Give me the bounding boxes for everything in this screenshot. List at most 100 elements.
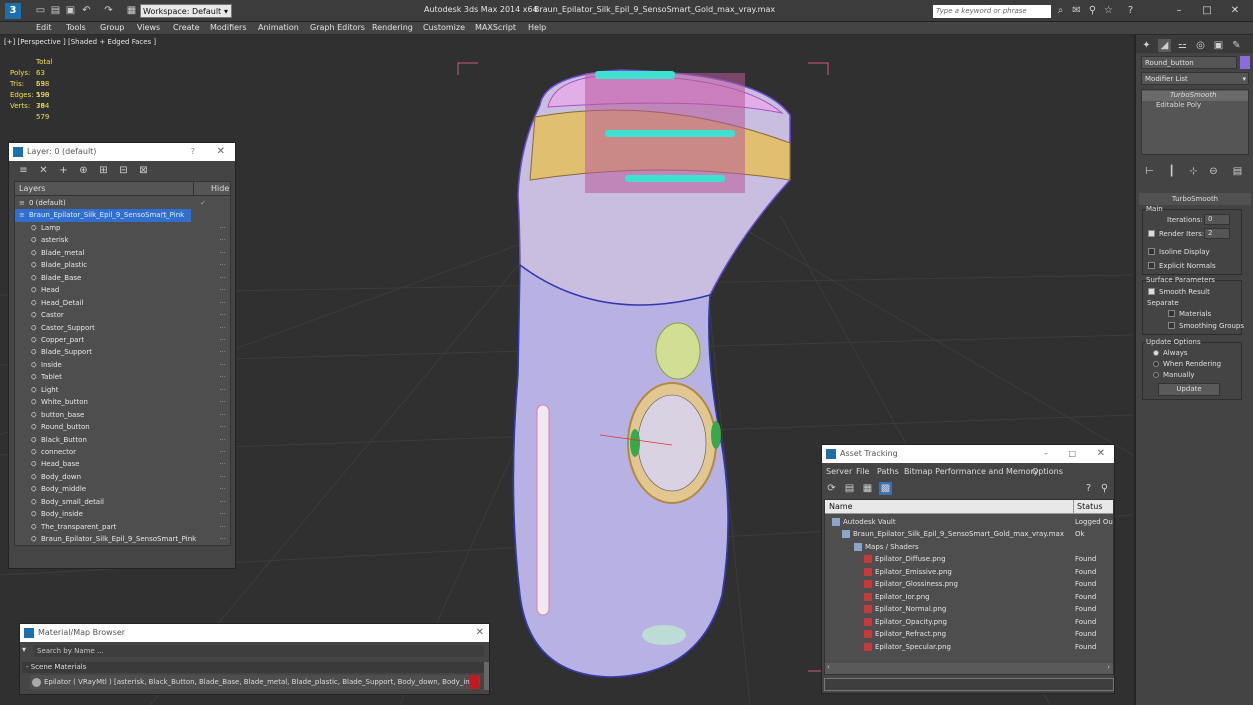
asset-row[interactable]: Autodesk Vault Logged Ou: [825, 516, 1113, 528]
close-icon[interactable]: ✕: [1097, 445, 1105, 463]
asset-menu-paths[interactable]: Paths: [877, 467, 899, 476]
asset-row[interactable]: Epilator_Glossiness.png Found: [825, 578, 1113, 590]
hide-all-icon[interactable]: ⊟: [117, 164, 130, 177]
layer-row-object[interactable]: ⛭ Castor_Support ···: [15, 322, 230, 334]
asset-row[interactable]: Epilator_Refract.png Found: [825, 628, 1113, 640]
show-end-result-icon[interactable]: ┃: [1165, 165, 1178, 178]
workspace-dropdown[interactable]: Workspace: Default ▾: [140, 4, 232, 18]
layer-row-object[interactable]: ⛭ Body_middle ···: [15, 483, 230, 495]
hide-toggle[interactable]: ···: [219, 234, 226, 246]
viewport-label[interactable]: [+] [Perspective ] [Shaded + Edged Faces…: [4, 38, 156, 46]
communication-center-icon[interactable]: ✉: [1070, 4, 1083, 17]
menu-views[interactable]: Views: [137, 23, 160, 32]
help-icon[interactable]: ?: [1124, 4, 1137, 17]
asset-row[interactable]: Epilator_Ior.png Found: [825, 591, 1113, 603]
menu-group[interactable]: Group: [100, 23, 124, 32]
hide-toggle[interactable]: ···: [219, 483, 226, 495]
layer-row-object[interactable]: ⛭ Blade_plastic ···: [15, 259, 230, 271]
utilities-tab-icon[interactable]: ✎: [1230, 39, 1243, 52]
hierarchy-tab-icon[interactable]: ⚍: [1176, 39, 1189, 52]
update-button[interactable]: Update: [1158, 383, 1220, 396]
stack-item-turbosmooth[interactable]: TurboSmooth: [1142, 91, 1248, 101]
round-button[interactable]: [655, 322, 701, 380]
asset-row[interactable]: Epilator_Specular.png Found: [825, 641, 1113, 653]
help-icon[interactable]: ?: [1082, 482, 1095, 495]
menu-tools[interactable]: Tools: [66, 23, 86, 32]
hide-toggle[interactable]: ···: [219, 322, 226, 334]
maximize-icon[interactable]: □: [1196, 3, 1218, 18]
new-file-icon[interactable]: ▭: [34, 4, 47, 17]
display-tab-icon[interactable]: ▣: [1212, 39, 1225, 52]
thumbnail-view-icon[interactable]: ▦: [861, 482, 874, 495]
layer-row-object[interactable]: ⛭ Body_small_detail ···: [15, 496, 230, 508]
highlight-layer-icon[interactable]: ⊞: [97, 164, 110, 177]
hide-toggle[interactable]: ···: [219, 272, 226, 284]
configure-sets-icon[interactable]: ▤: [1231, 165, 1244, 178]
close-icon[interactable]: ✕: [476, 624, 484, 642]
material-browser-scrollbar[interactable]: [484, 662, 489, 690]
material-item-epilator[interactable]: Epilator ( VRayMtl ) [asterisk, Black_Bu…: [30, 675, 480, 689]
layer-row-object[interactable]: ⛭ Lamp ···: [15, 222, 230, 234]
motion-tab-icon[interactable]: ◎: [1194, 39, 1207, 52]
asset-row[interactable]: Epilator_Opacity.png Found: [825, 616, 1113, 628]
active-layer-check-icon[interactable]: ✓: [200, 197, 206, 209]
pin-icon[interactable]: ⚲: [1098, 482, 1111, 495]
layer-row-default[interactable]: ≡ 0 (default) ✓: [15, 197, 230, 209]
layer-row-object[interactable]: ⛭ Body_inside ···: [15, 508, 230, 520]
hide-toggle[interactable]: ···: [219, 297, 226, 309]
hide-toggle[interactable]: ···: [219, 346, 226, 358]
delete-layer-icon[interactable]: ✕: [37, 164, 50, 177]
hide-toggle[interactable]: ···: [219, 309, 226, 321]
hide-toggle[interactable]: ···: [219, 471, 226, 483]
menu-help[interactable]: Help: [528, 23, 546, 32]
epilator-model[interactable]: [512, 69, 791, 678]
scene-materials-header[interactable]: - Scene Materials: [22, 662, 484, 673]
menu-modifiers[interactable]: Modifiers: [210, 23, 247, 32]
hide-toggle[interactable]: ···: [219, 359, 226, 371]
asset-menu-server[interactable]: Server: [826, 467, 852, 476]
menu-animation[interactable]: Animation: [258, 23, 299, 32]
column-status[interactable]: Status: [1077, 502, 1103, 511]
layer-row-object[interactable]: ⛭ asterisk ···: [15, 234, 230, 246]
hide-toggle[interactable]: ···: [219, 409, 226, 421]
maximize-icon[interactable]: □: [1068, 445, 1076, 463]
material-browser-title-bar[interactable]: Material/Map Browser ✕: [20, 624, 489, 642]
redo-icon[interactable]: ↷: [102, 4, 115, 17]
remove-modifier-icon[interactable]: ⊖: [1207, 165, 1220, 178]
hide-toggle[interactable]: ▢: [160, 209, 167, 221]
pin-stack-icon[interactable]: ⊢: [1143, 165, 1156, 178]
turbosmooth-rollout-header[interactable]: TurboSmooth: [1139, 193, 1251, 205]
hide-toggle[interactable]: ···: [219, 334, 226, 346]
layer-row-object[interactable]: ⛭ Head_Detail ···: [15, 297, 230, 309]
explicit-normals-checkbox[interactable]: [1148, 262, 1155, 269]
render-iters-spinner[interactable]: 2: [1204, 228, 1230, 239]
layer-row-object[interactable]: ⛭ The_transparent_part ···: [15, 521, 230, 533]
help-icon[interactable]: ?: [191, 143, 195, 161]
menu-maxscript[interactable]: MAXScript: [475, 23, 516, 32]
binoculars-icon[interactable]: ⌕: [1054, 4, 1067, 17]
layer-row-group[interactable]: ≡ Braun_Epilator_Silk_Epil_9_SensoSmart_P…: [15, 209, 191, 222]
select-layer-icon[interactable]: ⊕: [77, 164, 90, 177]
hide-toggle[interactable]: ···: [219, 533, 226, 545]
layer-row-object[interactable]: ⛭ button_base ···: [15, 409, 230, 421]
make-unique-icon[interactable]: ⊹: [1187, 165, 1200, 178]
layer-row-object[interactable]: ⛭ Blade_Support ···: [15, 346, 230, 358]
modify-tab-icon[interactable]: ◢: [1158, 39, 1171, 52]
subscription-icon[interactable]: ⚲: [1086, 4, 1099, 17]
asset-row[interactable]: Maps / Shaders: [825, 541, 1113, 553]
menu-graph-editors[interactable]: Graph Editors: [310, 23, 365, 32]
column-name[interactable]: Name: [829, 502, 853, 511]
layer-row-object[interactable]: ⛭ Head_base ···: [15, 458, 230, 470]
layer-row-object[interactable]: ⛭ connector ···: [15, 446, 230, 458]
layer-row-object[interactable]: ⛭ Black_Button ···: [15, 434, 230, 446]
layer-row-object[interactable]: ⛭ Castor ···: [15, 309, 230, 321]
asset-row[interactable]: Braun_Epilator_Silk_Epil_9_SensoSmart_Go…: [825, 528, 1113, 540]
hide-toggle[interactable]: ···: [219, 446, 226, 458]
modifier-list-dropdown[interactable]: Modifier List ▾: [1141, 72, 1249, 85]
scroll-right-icon[interactable]: ›: [1107, 663, 1110, 671]
hide-toggle[interactable]: ···: [219, 508, 226, 520]
asset-tracking-title-bar[interactable]: Asset Tracking – □ ✕: [822, 445, 1114, 463]
app-logo-icon[interactable]: 3: [5, 3, 21, 19]
refresh-icon[interactable]: ⟳: [825, 482, 838, 495]
hide-toggle[interactable]: ···: [219, 247, 226, 259]
